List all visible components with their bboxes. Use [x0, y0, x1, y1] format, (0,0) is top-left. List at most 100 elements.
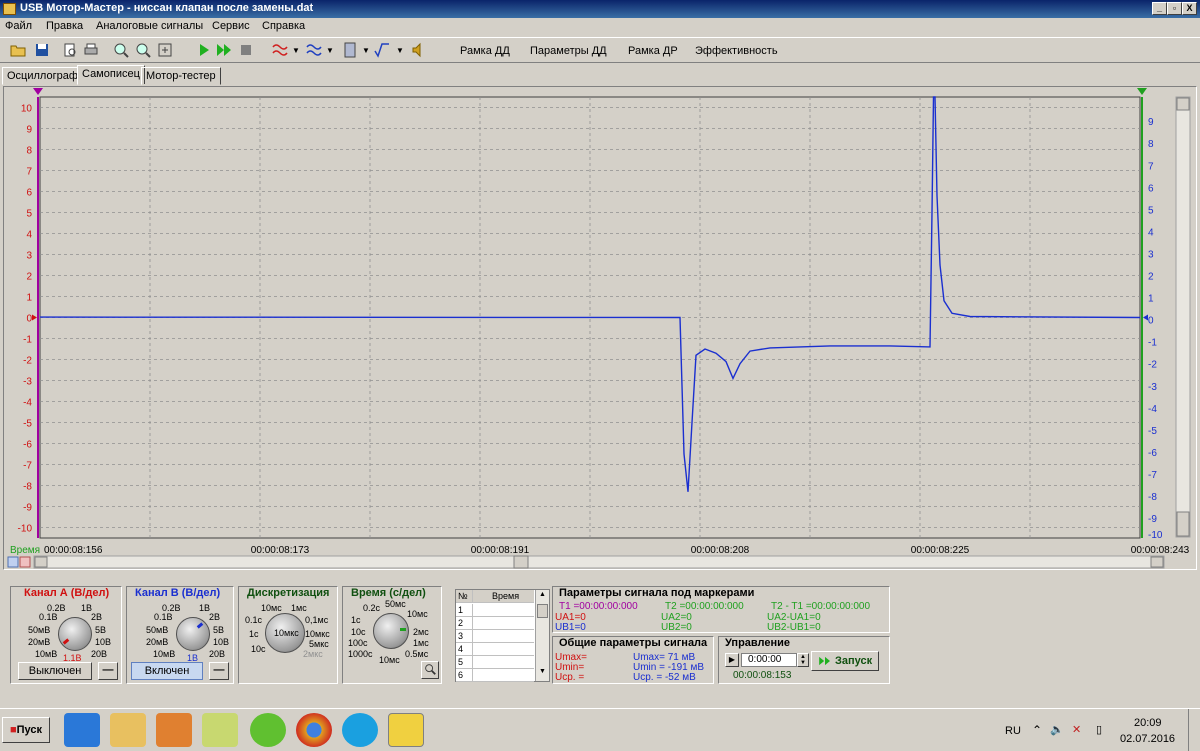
- channel-a-minus-button[interactable]: —: [98, 662, 118, 680]
- zoom-fit-icon[interactable]: [157, 42, 173, 58]
- right-axis-tick: -4: [1148, 404, 1157, 415]
- play-small-button[interactable]: ▶: [725, 653, 739, 667]
- icq-icon[interactable]: [250, 713, 286, 747]
- print-preview-icon[interactable]: [62, 42, 78, 58]
- network-icon[interactable]: ✕: [1072, 723, 1081, 736]
- restore-button[interactable]: ▫: [1167, 2, 1182, 15]
- sticky-notes-icon[interactable]: [202, 713, 238, 747]
- clock-date[interactable]: 02.07.2016: [1120, 733, 1175, 745]
- start-button[interactable]: Запуск: [811, 651, 879, 671]
- formula-icon[interactable]: [374, 42, 390, 58]
- scroll-thumb[interactable]: [537, 604, 548, 618]
- file-explorer-icon[interactable]: [110, 713, 146, 747]
- window-title: USB Мотор-Мастер - ниссан клапан после з…: [20, 2, 314, 14]
- time-spinner[interactable]: ▲ ▼: [797, 653, 809, 667]
- volume-icon[interactable]: 🔈: [1050, 723, 1064, 736]
- table-row[interactable]: 3: [456, 630, 534, 643]
- dropdown-arrow-icon[interactable]: ▼: [326, 46, 342, 62]
- row-number: 1: [458, 605, 464, 615]
- params-dd-button[interactable]: Параметры ДД: [530, 45, 607, 57]
- frame-dr-button[interactable]: Рамка ДР: [628, 45, 678, 57]
- zoom-minus-button[interactable]: [7, 556, 19, 568]
- sound-icon[interactable]: [410, 42, 426, 58]
- zoom-in-icon[interactable]: [113, 42, 129, 58]
- tab-motor-tester[interactable]: Мотор-тестер: [141, 67, 221, 85]
- battery-icon[interactable]: ▯: [1096, 723, 1102, 736]
- scroll-down-icon[interactable]: ▼: [537, 668, 548, 679]
- table-row[interactable]: 4: [456, 643, 534, 656]
- frame-dd-button[interactable]: Рамка ДД: [460, 45, 510, 57]
- zoom-out-icon[interactable]: [135, 42, 151, 58]
- scroll-thumb-horizontal[interactable]: [513, 555, 529, 569]
- efficiency-button[interactable]: Эффективность: [695, 45, 778, 57]
- show-desktop-button[interactable]: [1188, 709, 1200, 751]
- magnifier-button[interactable]: [421, 661, 439, 679]
- channel-a-knob[interactable]: [58, 617, 92, 651]
- magnifier-icon: [425, 664, 436, 675]
- scroll-up-button[interactable]: [1176, 97, 1190, 111]
- fast-forward-icon[interactable]: [216, 42, 232, 58]
- channel-b-knob[interactable]: [176, 617, 210, 651]
- tab-recorder[interactable]: Самописец: [77, 65, 145, 85]
- table-scrollbar[interactable]: ▲ ▼: [535, 590, 549, 681]
- calculator-icon[interactable]: [342, 42, 358, 58]
- disk-app-icon[interactable]: [388, 713, 424, 747]
- scroll-up-icon[interactable]: ▲: [537, 591, 548, 602]
- marker-right-handle[interactable]: [1137, 88, 1147, 95]
- table-row[interactable]: 5: [456, 656, 534, 669]
- zoom-plus-button[interactable]: [19, 556, 31, 568]
- tab-oscilloscope[interactable]: Осциллограф: [2, 67, 83, 85]
- time-div-title: Время (с/дел): [351, 587, 426, 599]
- left-axis-tick: 0: [26, 314, 32, 325]
- knob-label: 2В: [209, 612, 221, 622]
- discretization-knob[interactable]: 10мкс: [265, 613, 305, 653]
- scroll-right-button[interactable]: [1150, 556, 1164, 568]
- menu-help[interactable]: Справка: [262, 20, 305, 32]
- menu-service[interactable]: Сервис: [212, 20, 250, 32]
- language-indicator[interactable]: RU: [1005, 725, 1021, 737]
- horizontal-scrollbar[interactable]: [33, 555, 1165, 569]
- save-icon[interactable]: [34, 42, 50, 58]
- signal-chart[interactable]: 109876543210-1-2-3-4-5-6-7-8-9-109876543…: [4, 87, 1196, 569]
- skype-icon[interactable]: [342, 713, 378, 747]
- menu-file[interactable]: Файл: [5, 20, 32, 32]
- channel-a-toggle-button[interactable]: Выключен: [18, 662, 92, 680]
- knob-label: 1мс: [291, 603, 307, 613]
- marker-left-handle[interactable]: [33, 88, 43, 95]
- internet-explorer-icon[interactable]: [64, 713, 100, 747]
- minimize-button[interactable]: _: [1152, 2, 1167, 15]
- menu-analog-signals[interactable]: Аналоговые сигналы: [96, 20, 203, 32]
- table-row[interactable]: 2: [456, 617, 534, 630]
- time-div-knob[interactable]: [373, 613, 409, 649]
- knob-label: 0,1мс: [305, 615, 329, 625]
- right-axis-tick: 7: [1148, 161, 1154, 172]
- clock-time[interactable]: 20:09: [1134, 717, 1162, 729]
- vertical-scrollbar[interactable]: [1175, 96, 1191, 538]
- media-player-icon[interactable]: [156, 713, 192, 747]
- knob-label: 20мВ: [146, 637, 169, 647]
- ub-diff-value: UB2-UB1=0: [767, 622, 821, 633]
- start-menu-button[interactable]: ■Пуск: [2, 717, 50, 743]
- signal-blue-icon[interactable]: [306, 42, 322, 58]
- right-axis-tick: -2: [1148, 360, 1157, 371]
- menu-edit[interactable]: Правка: [46, 20, 83, 32]
- knob-label: 5В: [213, 625, 225, 635]
- channel-b-minus-button[interactable]: —: [209, 662, 229, 680]
- time-input[interactable]: 0:00:00: [741, 653, 797, 667]
- print-icon[interactable]: [83, 42, 99, 58]
- open-folder-icon[interactable]: [10, 42, 26, 58]
- scroll-left-button[interactable]: [34, 556, 48, 568]
- plot-area[interactable]: 10 9 8 7 6 5 4 3 2 1 0 -1 -2 -3 -4 -5 -6 -7 -8 -9 -10 9 8 7 6 5 4 3…: [3, 86, 1197, 570]
- signal-red-icon[interactable]: [272, 42, 288, 58]
- channel-b-toggle-button[interactable]: Включен: [131, 662, 203, 680]
- marker-table[interactable]: № Время 1 2 3 4 5 6 ▲ ▼: [455, 589, 550, 682]
- table-row[interactable]: 1: [456, 604, 534, 617]
- chrome-icon[interactable]: [296, 713, 332, 747]
- stop-icon[interactable]: [238, 42, 254, 58]
- left-axis-tick: 5: [26, 209, 32, 220]
- close-button[interactable]: X: [1182, 2, 1197, 15]
- scroll-thumb-vertical[interactable]: [1176, 511, 1190, 537]
- play-icon[interactable]: [196, 42, 212, 58]
- table-row[interactable]: 6: [456, 669, 534, 682]
- tray-expand-icon[interactable]: ⌃: [1032, 723, 1042, 737]
